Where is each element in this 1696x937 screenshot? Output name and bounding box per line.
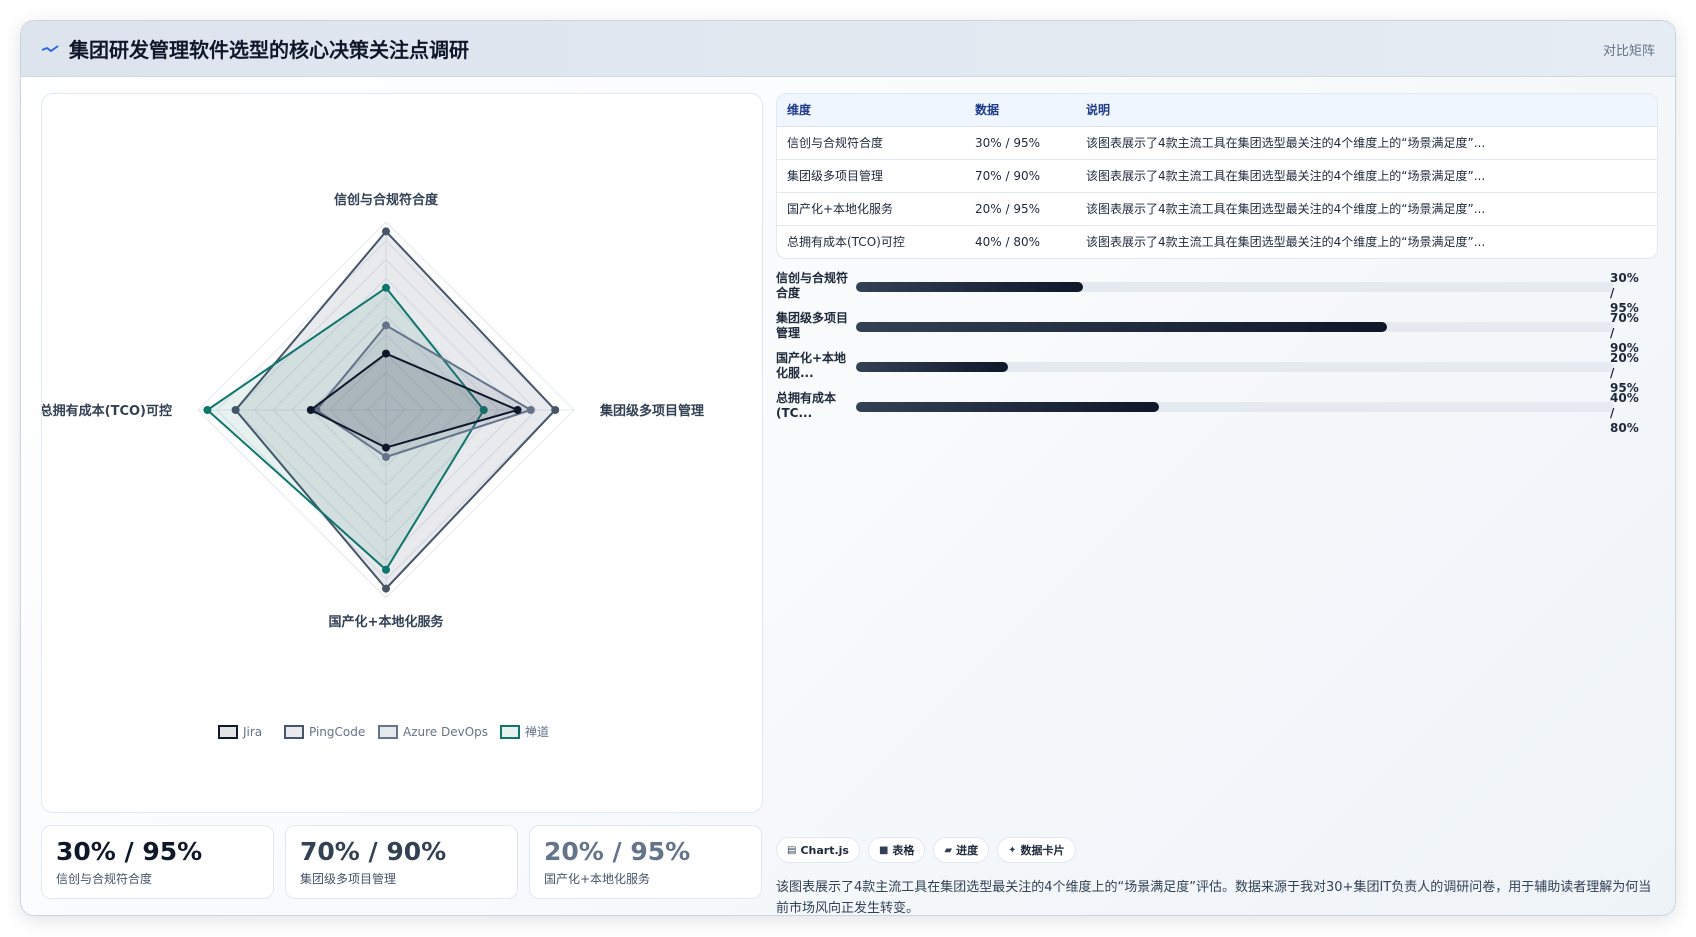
progress-label: 集团级多项目管理 bbox=[776, 311, 849, 340]
column-header: 数据 bbox=[965, 94, 1076, 127]
chip-progress[interactable]: ▰ 进度 bbox=[933, 837, 990, 863]
kpi-card-3: 20% / 95% 国产化+本地化服务 bbox=[529, 825, 762, 899]
page-title: 集团研发管理软件选型的核心决策关注点调研 bbox=[69, 38, 469, 62]
chip-label: 进度 bbox=[956, 844, 979, 857]
table-cell: 该图表展示了4款主流工具在集团选型最关注的4个维度上的“场景满足度”... bbox=[1076, 192, 1657, 226]
axis-label: 总拥有成本(TCO)可控 bbox=[42, 403, 172, 419]
progress-label: 信创与合规符合度 bbox=[776, 271, 849, 300]
axis-label: 集团级多项目管理 bbox=[599, 403, 704, 419]
data-point bbox=[513, 406, 522, 414]
chart-description: 该图表展示了4款主流工具在集团选型最关注的4个维度上的“场景满足度”评估。数据来… bbox=[776, 880, 1652, 916]
progress-value: 70% / 90% bbox=[1610, 311, 1639, 355]
kpi-card-1: 30% / 95% 信创与合规符合度 bbox=[41, 825, 274, 899]
progress-row: 国产化+本地化服... 20% / 95% bbox=[776, 351, 1658, 395]
table-cell: 信创与合规符合度 bbox=[777, 126, 965, 160]
progress-value: 30% / 95% bbox=[1610, 271, 1639, 315]
data-point bbox=[382, 227, 390, 236]
data-point bbox=[382, 283, 390, 292]
kpi-value: 20% / 95% bbox=[544, 837, 691, 866]
axis-label: 国产化+本地化服务 bbox=[329, 614, 445, 630]
progress-track bbox=[856, 362, 1614, 372]
view-mode-label[interactable]: 对比矩阵 bbox=[1603, 40, 1655, 59]
data-table: 维度 数据 说明 信创与合规符合度 30% / 95% 该图表展示了4款主流工具… bbox=[776, 93, 1658, 259]
progress-label: 国产化+本地化服... bbox=[776, 351, 847, 380]
tech-chip-row: ▤ Chart.js ■ 表格 ▰ 进度 ✦ 数据卡片 bbox=[776, 837, 1076, 863]
table-cell: 集团级多项目管理 bbox=[777, 159, 965, 193]
progress-icon: ▰ bbox=[944, 844, 953, 856]
sparkle-icon: ✦ bbox=[1008, 844, 1017, 856]
kpi-value: 30% / 95% bbox=[56, 837, 203, 866]
progress-row: 总拥有成本(TC... 40% / 80% bbox=[776, 391, 1658, 435]
data-point bbox=[306, 406, 315, 414]
data-point bbox=[526, 406, 535, 414]
table-row: 信创与合规符合度 30% / 95% 该图表展示了4款主流工具在集团选型最关注的… bbox=[777, 126, 1657, 160]
legend-swatch bbox=[284, 725, 304, 739]
progress-fill bbox=[856, 322, 1387, 332]
progress-row: 集团级多项目管理 70% / 90% bbox=[776, 311, 1658, 355]
data-point bbox=[382, 565, 390, 574]
radar-chart: 信创与合规符合度集团级多项目管理国产化+本地化服务 总拥有成本(TCO)可控 Jir… bbox=[42, 192, 704, 739]
data-point bbox=[551, 406, 560, 414]
progress-label: 总拥有成本(TC... bbox=[776, 391, 837, 420]
table-cell: 该图表展示了4款主流工具在集团选型最关注的4个维度上的“场景满足度”... bbox=[1076, 126, 1657, 160]
table-cell: 总拥有成本(TCO)可控 bbox=[787, 235, 905, 250]
dashboard-card: 集团研发管理软件选型的核心决策关注点调研 对比矩阵 信创与合规符合度 集团级多项目… bbox=[20, 20, 1676, 916]
progress-fill bbox=[856, 402, 1160, 412]
chip-table[interactable]: ■ 表格 bbox=[867, 837, 926, 863]
data-point bbox=[382, 584, 390, 593]
progress-fill bbox=[856, 282, 1084, 292]
table-cell: 20% / 95% bbox=[965, 192, 1076, 226]
column-header: 说明 bbox=[1076, 94, 1657, 127]
chip-chartjs[interactable]: ▤ Chart.js bbox=[776, 837, 860, 863]
data-point bbox=[382, 321, 390, 330]
table-header-row: 维度 数据 说明 bbox=[777, 94, 1657, 127]
chart-icon: ▤ bbox=[787, 844, 797, 856]
progress-list: 信创与合规符合度 30% / 95% 集团级多项目管理 70% / 90% 国产… bbox=[776, 271, 1658, 435]
table-row: 总拥有成本(TCO)可控 40% / 80% 该图表展示了4款主流工具在集团选型… bbox=[777, 225, 1657, 258]
header-bar: 集团研发管理软件选型的核心决策关注点调研 对比矩阵 bbox=[21, 21, 1675, 77]
chip-label: Chart.js bbox=[800, 843, 849, 857]
legend-label: PingCode bbox=[309, 725, 365, 739]
kpi-label: 信创与合规符合度 bbox=[56, 872, 153, 886]
table-row: 集团级多项目管理 70% / 90% 该图表展示了4款主流工具在集团选型最关注的… bbox=[777, 159, 1657, 193]
table-icon: ■ bbox=[878, 844, 889, 856]
progress-track bbox=[856, 282, 1614, 292]
data-point bbox=[382, 349, 390, 358]
chip-data-cards[interactable]: ✦ 数据卡片 bbox=[997, 837, 1076, 863]
kpi-card-2: 70% / 90% 集团级多项目管理 bbox=[285, 825, 518, 899]
data-point bbox=[382, 443, 390, 452]
table-cell: 该图表展示了4款主流工具在集团选型最关注的4个维度上的“场景满足度”... bbox=[1086, 235, 1486, 250]
legend-label: 禅道 bbox=[525, 725, 549, 739]
kpi-label: 集团级多项目管理 bbox=[300, 872, 397, 886]
axis-label: 信创与合规符合度 bbox=[334, 192, 439, 208]
data-point bbox=[203, 406, 212, 414]
progress-track bbox=[856, 322, 1614, 332]
progress-value: 20% / 95% bbox=[1610, 351, 1639, 395]
legend-swatch bbox=[218, 725, 238, 739]
progress-fill bbox=[856, 362, 1008, 372]
kpi-label: 国产化+本地化服务 bbox=[544, 872, 651, 886]
legend-swatch bbox=[378, 725, 398, 739]
progress-value: 40% / 80% bbox=[1610, 391, 1639, 435]
column-header: 维度 bbox=[777, 94, 965, 127]
chip-label: 数据卡片 bbox=[1020, 844, 1065, 857]
legend-label: Jira bbox=[242, 725, 262, 739]
legend-swatch bbox=[500, 725, 520, 739]
radar-chart-panel: 信创与合规符合度集团级多项目管理国产化+本地化服务 总拥有成本(TCO)可控 Jir… bbox=[41, 93, 763, 813]
table-cell: 40% / 80% bbox=[975, 234, 1041, 249]
table-cell: 70% / 90% bbox=[965, 159, 1076, 193]
legend-label: Azure DevOps bbox=[403, 725, 488, 739]
table-cell: 30% / 95% bbox=[965, 126, 1076, 160]
data-point bbox=[382, 453, 390, 461]
kpi-value: 70% / 90% bbox=[300, 837, 447, 866]
table-cell: 该图表展示了4款主流工具在集团选型最关注的4个维度上的“场景满足度”... bbox=[1076, 159, 1657, 193]
progress-row: 信创与合规符合度 30% / 95% bbox=[776, 271, 1658, 315]
chart-line-icon bbox=[41, 44, 59, 52]
progress-track bbox=[856, 402, 1614, 412]
chip-label: 表格 bbox=[892, 844, 915, 857]
table-row: 国产化+本地化服务 20% / 95% 该图表展示了4款主流工具在集团选型最关注… bbox=[777, 192, 1657, 226]
table-cell: 国产化+本地化服务 bbox=[777, 192, 965, 226]
